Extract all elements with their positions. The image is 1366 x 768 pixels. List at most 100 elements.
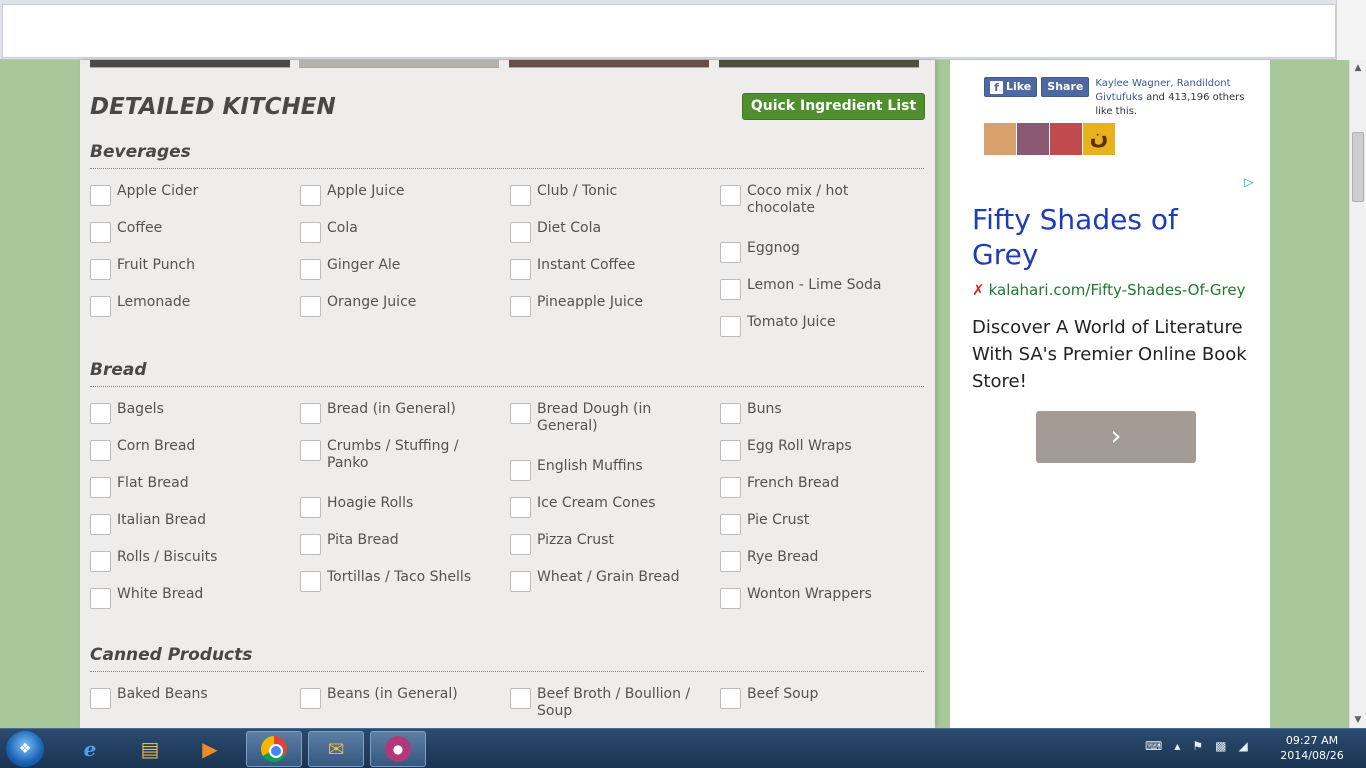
- thumbnail-image[interactable]: [719, 60, 919, 68]
- ingredient-checkbox[interactable]: [300, 259, 321, 280]
- ingredient-item[interactable]: Apple Juice: [300, 183, 497, 206]
- ingredient-item[interactable]: Bread Dough (in General): [510, 401, 707, 435]
- ingredient-checkbox[interactable]: [90, 296, 111, 317]
- ingredient-item[interactable]: Wheat / Grain Bread: [510, 569, 707, 592]
- ingredient-checkbox[interactable]: [300, 403, 321, 424]
- ingredient-item[interactable]: Club / Tonic: [510, 183, 707, 206]
- ingredient-item[interactable]: Fruit Punch: [90, 257, 287, 280]
- ingredient-item[interactable]: Ginger Ale: [300, 257, 497, 280]
- ingredient-checkbox[interactable]: [510, 259, 531, 280]
- thumbnail-image[interactable]: [299, 60, 499, 68]
- ingredient-checkbox[interactable]: [720, 440, 741, 461]
- ingredient-checkbox[interactable]: [720, 551, 741, 572]
- ingredient-checkbox[interactable]: [510, 403, 531, 424]
- ingredient-item[interactable]: Coffee: [90, 220, 287, 243]
- ingredient-checkbox[interactable]: [300, 185, 321, 206]
- ingredient-item[interactable]: Coco mix / hot chocolate: [720, 183, 917, 217]
- app-taskbar-button[interactable]: ●: [370, 731, 426, 767]
- ingredient-checkbox[interactable]: [300, 497, 321, 518]
- ad-title-link[interactable]: Fifty Shades of Grey: [972, 202, 1232, 272]
- action-center-flag-icon[interactable]: ⚑: [1192, 739, 1203, 753]
- ingredient-item[interactable]: Wonton Wrappers: [720, 586, 917, 609]
- ingredient-checkbox[interactable]: [300, 440, 321, 461]
- ingredient-item[interactable]: Rye Bread: [720, 549, 917, 572]
- ingredient-item[interactable]: Orange Juice: [300, 294, 497, 317]
- avatar[interactable]: ن: [1083, 123, 1115, 155]
- ingredient-checkbox[interactable]: [510, 534, 531, 555]
- ad-next-button[interactable]: ›: [1036, 411, 1196, 463]
- thumbnail-image[interactable]: [509, 60, 709, 68]
- ingredient-checkbox[interactable]: [90, 259, 111, 280]
- keyboard-icon[interactable]: ⌨: [1145, 739, 1162, 753]
- ingredient-item[interactable]: French Bread: [720, 475, 917, 498]
- ingredient-checkbox[interactable]: [510, 571, 531, 592]
- ingredient-checkbox[interactable]: [720, 688, 741, 709]
- internet-explorer-icon[interactable]: e: [62, 731, 118, 767]
- ingredient-checkbox[interactable]: [90, 514, 111, 535]
- ingredient-checkbox[interactable]: [720, 588, 741, 609]
- avatar[interactable]: [984, 123, 1016, 155]
- ingredient-checkbox[interactable]: [510, 460, 531, 481]
- ingredient-item[interactable]: Bagels: [90, 401, 287, 424]
- ingredient-item[interactable]: White Bread: [90, 586, 287, 609]
- quick-ingredient-list-button[interactable]: Quick Ingredient List: [742, 93, 925, 120]
- avatar[interactable]: [1017, 123, 1049, 155]
- scrollbar-thumb[interactable]: [1352, 132, 1364, 202]
- ingredient-checkbox[interactable]: [720, 279, 741, 300]
- ingredient-item[interactable]: Cola: [300, 220, 497, 243]
- ingredient-item[interactable]: Pineapple Juice: [510, 294, 707, 317]
- ingredient-item[interactable]: Corn Bread: [90, 438, 287, 461]
- ingredient-checkbox[interactable]: [90, 477, 111, 498]
- ingredient-item[interactable]: Diet Cola: [510, 220, 707, 243]
- ingredient-checkbox[interactable]: [720, 242, 741, 263]
- ingredient-item[interactable]: Beans (in General): [300, 686, 497, 709]
- ingredient-checkbox[interactable]: [510, 497, 531, 518]
- chrome-taskbar-button[interactable]: [246, 731, 302, 767]
- ingredient-item[interactable]: Tomato Juice: [720, 314, 917, 337]
- ingredient-item[interactable]: Rolls / Biscuits: [90, 549, 287, 572]
- media-player-icon[interactable]: ▶: [182, 731, 238, 767]
- ingredient-checkbox[interactable]: [90, 185, 111, 206]
- ingredient-checkbox[interactable]: [510, 296, 531, 317]
- scroll-up-arrow-icon[interactable]: ▲: [1350, 60, 1366, 76]
- facebook-share-button[interactable]: Share: [1041, 77, 1090, 97]
- ingredient-checkbox[interactable]: [720, 185, 741, 206]
- ingredient-item[interactable]: Lemonade: [90, 294, 287, 317]
- ingredient-checkbox[interactable]: [720, 477, 741, 498]
- start-button[interactable]: ❖: [6, 731, 44, 767]
- ingredient-checkbox[interactable]: [300, 534, 321, 555]
- ingredient-checkbox[interactable]: [90, 588, 111, 609]
- page-scrollbar[interactable]: ▲ ▼: [1349, 60, 1366, 728]
- ingredient-checkbox[interactable]: [510, 185, 531, 206]
- ingredient-item[interactable]: Instant Coffee: [510, 257, 707, 280]
- ingredient-checkbox[interactable]: [300, 296, 321, 317]
- show-hidden-icons-icon[interactable]: ▴: [1174, 739, 1180, 753]
- network-icon[interactable]: ▩: [1215, 739, 1226, 753]
- ingredient-item[interactable]: Buns: [720, 401, 917, 424]
- ingredient-item[interactable]: Hoagie Rolls: [300, 495, 497, 518]
- ingredient-item[interactable]: Lemon - Lime Soda: [720, 277, 917, 300]
- volume-icon[interactable]: ◢: [1238, 739, 1247, 753]
- ingredient-checkbox[interactable]: [720, 316, 741, 337]
- thumbnail-image[interactable]: [90, 60, 290, 68]
- scroll-down-arrow-icon[interactable]: ▼: [1350, 712, 1366, 728]
- adchoices-icon[interactable]: ▷: [1244, 175, 1258, 189]
- facebook-like-button[interactable]: f Like: [984, 77, 1038, 97]
- ingredient-checkbox[interactable]: [300, 571, 321, 592]
- ingredient-checkbox[interactable]: [510, 688, 531, 709]
- ingredient-checkbox[interactable]: [90, 551, 111, 572]
- ingredient-item[interactable]: Crumbs / Stuffing / Panko: [300, 438, 497, 472]
- ingredient-item[interactable]: Beef Broth / Boullion / Soup: [510, 686, 707, 720]
- ingredient-item[interactable]: Bread (in General): [300, 401, 497, 424]
- ingredient-item[interactable]: Pie Crust: [720, 512, 917, 535]
- avatar[interactable]: [1050, 123, 1082, 155]
- ingredient-item[interactable]: Eggnog: [720, 240, 917, 263]
- ingredient-checkbox[interactable]: [90, 688, 111, 709]
- ingredient-item[interactable]: English Muffins: [510, 458, 707, 481]
- ingredient-checkbox[interactable]: [720, 514, 741, 535]
- ingredient-item[interactable]: Beef Soup: [720, 686, 917, 709]
- ingredient-checkbox[interactable]: [720, 403, 741, 424]
- ingredient-item[interactable]: Baked Beans: [90, 686, 287, 709]
- file-explorer-icon[interactable]: ▤: [122, 731, 178, 767]
- ingredient-item[interactable]: Tortillas / Taco Shells: [300, 569, 497, 592]
